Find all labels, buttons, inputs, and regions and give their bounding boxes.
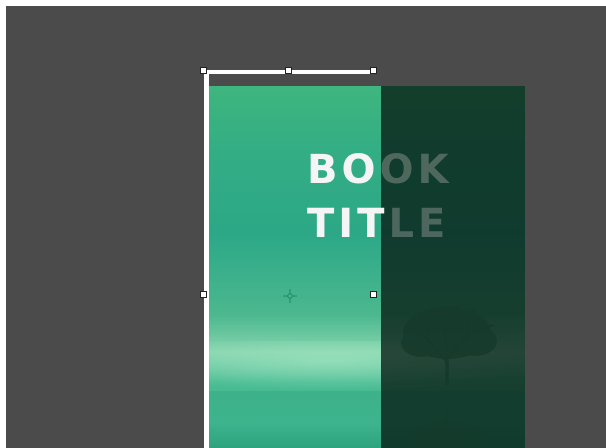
handle-top-center-icon[interactable] xyxy=(285,67,292,74)
crop-selection-frame[interactable] xyxy=(204,70,375,448)
canvas-area[interactable]: BOOK TITLE xyxy=(6,6,606,448)
title-line-1-dim: OK xyxy=(379,147,453,193)
handle-top-left-icon[interactable] xyxy=(200,67,207,74)
handle-top-right-icon[interactable] xyxy=(370,67,377,74)
crosshair-icon[interactable] xyxy=(283,289,297,303)
handle-middle-right-icon[interactable] xyxy=(370,291,377,298)
tree-silhouette-icon xyxy=(401,304,497,448)
title-line-2-dim: LE xyxy=(388,201,450,247)
handle-middle-left-icon[interactable] xyxy=(200,291,207,298)
